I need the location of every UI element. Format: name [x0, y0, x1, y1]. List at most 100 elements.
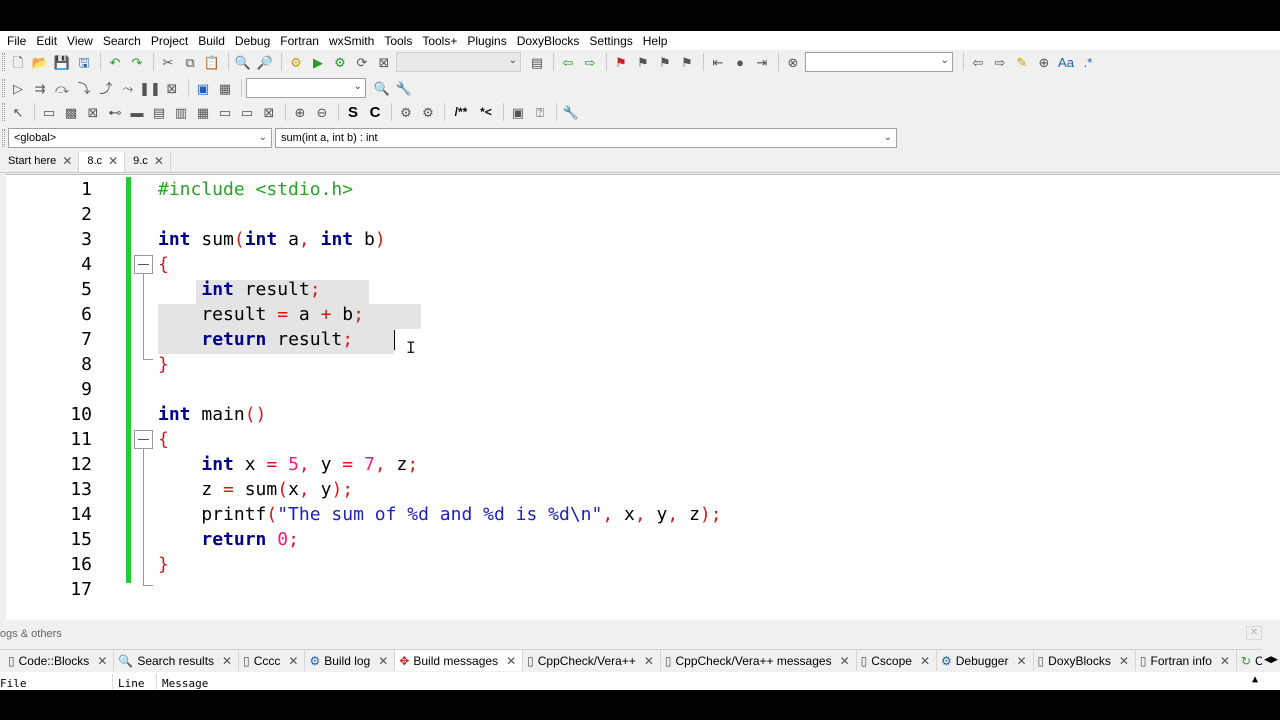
new-file-icon[interactable]: 🗋	[8, 52, 28, 72]
replace-icon[interactable]: 🔎	[255, 52, 275, 72]
doxy-help-icon[interactable]: ⍰	[530, 102, 550, 122]
search-prev-icon[interactable]: ⇦	[968, 52, 988, 72]
function-combo[interactable]: sum(int a, int b) : int ⌄	[275, 128, 897, 148]
menu-fortran[interactable]: Fortran	[280, 34, 325, 48]
redo-icon[interactable]: ↷	[127, 52, 147, 72]
code-completion-search-icon[interactable]: 🔍	[372, 78, 392, 98]
find-icon[interactable]: 🔍	[233, 52, 253, 72]
build-target-combo[interactable]: ⌄	[396, 52, 521, 72]
s-button[interactable]: S	[343, 102, 363, 122]
menu-project[interactable]: Project	[151, 34, 194, 48]
build-gear-icon[interactable]: ⚙	[286, 52, 306, 72]
tab-build-messages[interactable]: ✥ Build messages ✕	[395, 650, 524, 671]
cut-icon[interactable]: ✂	[158, 52, 178, 72]
scroll-up-icon[interactable]: ▲	[1252, 674, 1258, 685]
toolbar-grip[interactable]	[2, 129, 5, 147]
search-combo[interactable]: ⌄	[805, 52, 953, 72]
c-button[interactable]: C	[365, 102, 385, 122]
close-icon[interactable]: ✕	[62, 155, 72, 167]
doxy-html-icon[interactable]: ▣	[508, 102, 528, 122]
zoom-out-icon[interactable]: ⊖	[312, 102, 332, 122]
selected-text-icon[interactable]: ⊕	[1034, 52, 1054, 72]
textctrl2-icon[interactable]: ⊠	[259, 102, 279, 122]
tab-doxyblocks[interactable]: ▯ DoxyBlocks ✕	[1033, 650, 1136, 671]
tab-start-here[interactable]: Start here ✕	[0, 152, 80, 172]
prev-bookmark-icon[interactable]: ⚑	[633, 52, 653, 72]
column-header-line[interactable]: Line	[118, 677, 145, 690]
close-icon[interactable]: ✕	[840, 654, 850, 668]
grid-icon[interactable]: ▦	[193, 102, 213, 122]
menu-file[interactable]: File	[7, 34, 32, 48]
various-info-icon[interactable]: ▦	[215, 78, 235, 98]
tab-cccc[interactable]: ▯ Cccc ✕	[239, 650, 306, 671]
fold-toggle[interactable]	[134, 255, 153, 274]
column-separator[interactable]	[156, 674, 157, 690]
debug-windows-icon[interactable]: ▣	[193, 78, 213, 98]
rebuild-icon[interactable]: ⟳	[352, 52, 372, 72]
tab-codeblocks-log[interactable]: ▯ Code::Blocks ✕	[4, 650, 115, 671]
wrench-icon[interactable]: 🔧	[561, 102, 581, 122]
doxy-config-icon[interactable]: ⚙	[396, 102, 416, 122]
run-to-cursor-icon[interactable]: ⇉	[30, 78, 50, 98]
column-header-file[interactable]: File	[0, 677, 27, 690]
doxy-extract-icon[interactable]: ⚙	[418, 102, 438, 122]
tab-cppcheck-messages[interactable]: ▯ CppCheck/Vera++ messages ✕	[660, 650, 857, 671]
close-icon[interactable]: ✕	[108, 155, 118, 167]
tab-debugger[interactable]: ⚙ Debugger ✕	[937, 650, 1034, 671]
block-comment-button[interactable]: /**	[449, 102, 473, 122]
pointer-icon[interactable]: ↖	[8, 102, 28, 122]
menu-tools[interactable]: Tools	[384, 34, 418, 48]
step-into-icon[interactable]: ⤵	[74, 78, 94, 98]
menu-search[interactable]: Search	[103, 34, 147, 48]
save-icon[interactable]: 💾	[52, 52, 72, 72]
run-icon[interactable]: ▶	[308, 52, 328, 72]
tab-build-log[interactable]: ⚙ Build log ✕	[305, 650, 396, 671]
next-instruction-icon[interactable]: ⤳	[118, 78, 138, 98]
menu-edit[interactable]: Edit	[36, 34, 63, 48]
jump-combo[interactable]: ⌄	[246, 78, 366, 98]
scope-combo[interactable]: <global> ⌄	[8, 128, 272, 148]
close-icon[interactable]: ✕	[154, 155, 164, 167]
frame-icon[interactable]: ▭	[39, 102, 59, 122]
search-next-icon[interactable]: ⇨	[990, 52, 1010, 72]
fold-toggle[interactable]	[134, 430, 153, 449]
tab-cppcheck[interactable]: ▯ CppCheck/Vera++ ✕	[523, 650, 661, 671]
jump-back-icon[interactable]: ⇦	[558, 52, 578, 72]
menu-build[interactable]: Build	[198, 34, 231, 48]
tabs-scroll-arrows[interactable]: ◀▶	[1262, 649, 1280, 670]
close-icon[interactable]: ✕	[506, 654, 516, 668]
tab-cscope[interactable]: ▯ Cscope ✕	[856, 650, 937, 671]
toolbar-grip[interactable]	[2, 103, 5, 121]
close-icon[interactable]: ✕	[1246, 626, 1262, 640]
step-out-icon[interactable]: ⤴	[96, 78, 116, 98]
close-icon[interactable]: ✕	[1220, 654, 1230, 668]
menu-plugins[interactable]: Plugins	[467, 34, 512, 48]
next-bookmark-icon[interactable]: ⚑	[655, 52, 675, 72]
build-and-run-icon[interactable]: ⚙	[330, 52, 350, 72]
dot-icon[interactable]: ●	[730, 52, 750, 72]
close-icon[interactable]: ✕	[1119, 654, 1129, 668]
open-folder-icon[interactable]: 📂	[30, 52, 50, 72]
zoom-in-icon[interactable]: ⊕	[290, 102, 310, 122]
menu-settings[interactable]: Settings	[589, 34, 638, 48]
close-icon[interactable]: ✕	[97, 654, 107, 668]
code-completion-tool-icon[interactable]: 🔧	[394, 78, 414, 98]
image-icon[interactable]: ▩	[61, 102, 81, 122]
highlight-icon[interactable]: ✎	[1012, 52, 1032, 72]
code-editor[interactable]: 1 2 3 4 5 6 7 8 9 10 11 12 13 14 15 16 1…	[6, 174, 1280, 620]
menu-tools-plus[interactable]: Tools+	[422, 34, 463, 48]
next-line-icon[interactable]: ⤼	[52, 78, 72, 98]
clear-bookmarks-icon[interactable]: ⚑	[677, 52, 697, 72]
tab-fortran-info[interactable]: ▯ Fortran info ✕	[1135, 650, 1237, 671]
list-icon[interactable]: ▤	[149, 102, 169, 122]
close-icon[interactable]: ✕	[920, 654, 930, 668]
jump-forward-icon[interactable]: ⇨	[580, 52, 600, 72]
bitmap-icon[interactable]: ⊠	[83, 102, 103, 122]
panel-icon[interactable]: ▬	[127, 102, 147, 122]
column-header-message[interactable]: Message	[162, 677, 208, 690]
regex-icon[interactable]: .*	[1078, 52, 1098, 72]
prev-change-icon[interactable]: ⇤	[708, 52, 728, 72]
tab-9-c[interactable]: 9.c ✕	[125, 152, 171, 172]
abort-icon[interactable]: ⊠	[374, 52, 394, 72]
next-change-icon[interactable]: ⇥	[752, 52, 772, 72]
